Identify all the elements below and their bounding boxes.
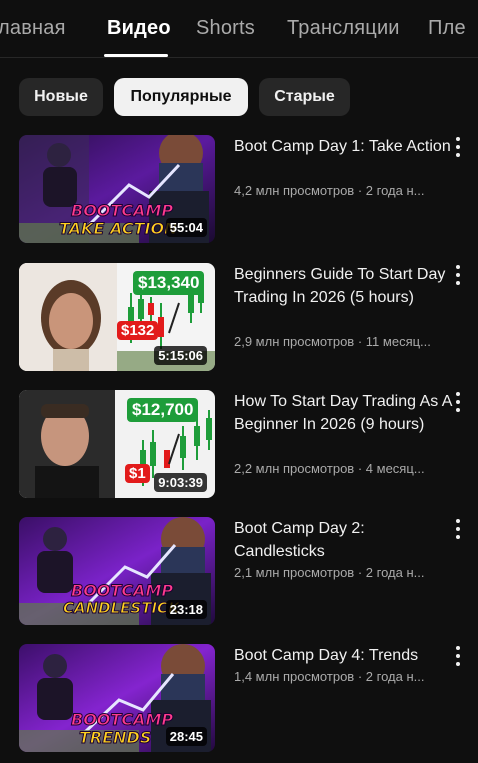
video-meta: 2,2 млн просмотров · 4 месяц... (234, 461, 464, 476)
view-count: 2,9 млн просмотров (234, 334, 355, 349)
tab-shorts[interactable]: Shorts (196, 17, 255, 40)
channel-tabs: лавная Видео Shorts Трансляции Пле (0, 0, 478, 58)
thumbnail-subheading: CANDLESTICK (63, 599, 181, 618)
video-thumbnail[interactable]: $13,340 $132 5:15:06 (19, 263, 215, 371)
tab-live[interactable]: Трансляции (287, 17, 400, 40)
meta-separator: · (357, 334, 363, 349)
video-duration: 9:03:39 (154, 473, 207, 492)
tab-home[interactable]: лавная (0, 17, 66, 40)
chip-popular[interactable]: Популярные (114, 78, 248, 116)
view-count: 4,2 млн просмотров (234, 183, 355, 198)
video-meta: 2,1 млн просмотров · 2 года н... (234, 565, 464, 580)
meta-separator: · (357, 565, 363, 580)
video-title[interactable]: Boot Camp Day 4: Trends (234, 644, 454, 667)
video-item[interactable]: $12,700 $1 9:03:39 How To Start Day Trad… (0, 390, 478, 500)
upload-age: 4 месяц... (365, 461, 425, 476)
video-item[interactable]: BOOTCAMP CANDLESTICK 23:18 Boot Camp Day… (0, 517, 478, 627)
tab-playlists[interactable]: Пле (428, 17, 466, 40)
video-title[interactable]: How To Start Day Trading As A Beginner I… (234, 390, 454, 436)
video-duration: 28:45 (165, 727, 207, 746)
upload-age: 2 года н... (365, 669, 425, 684)
view-count: 2,1 млн просмотров (234, 565, 355, 580)
meta-separator: · (357, 461, 363, 476)
kebab-menu-icon[interactable] (452, 137, 464, 157)
video-meta: 4,2 млн просмотров · 2 года н... (234, 183, 464, 198)
video-duration: 23:18 (165, 600, 207, 619)
video-thumbnail[interactable]: $12,700 $1 9:03:39 (19, 390, 215, 498)
view-count: 2,2 млн просмотров (234, 461, 355, 476)
upload-age: 2 года н... (365, 183, 425, 198)
thumbnail-heading: BOOTCAMP (70, 201, 174, 221)
view-count: 1,4 млн просмотров (234, 669, 355, 684)
sort-chips: Новые Популярные Старые (0, 78, 478, 116)
kebab-menu-icon[interactable] (452, 265, 464, 285)
kebab-menu-icon[interactable] (452, 392, 464, 412)
video-item[interactable]: BOOTCAMP TRENDS 28:45 Boot Camp Day 4: T… (0, 644, 478, 754)
thumbnail-subheading: TRENDS (78, 728, 152, 748)
video-item[interactable]: $13,340 $132 5:15:06 Beginners Guide To … (0, 263, 478, 373)
chip-newest[interactable]: Новые (19, 78, 103, 116)
video-title[interactable]: Boot Camp Day 2: Candlesticks (234, 517, 454, 563)
active-tab-indicator (104, 54, 168, 57)
thumbnail-loss-label: $132 (117, 321, 159, 340)
thumbnail-heading: BOOTCAMP (70, 581, 174, 601)
thumbnail-loss-label: $1 (125, 464, 150, 483)
thumbnail-heading: BOOTCAMP (70, 710, 174, 730)
video-thumbnail[interactable]: BOOTCAMP TRENDS 28:45 (19, 644, 215, 752)
video-duration: 5:15:06 (154, 346, 207, 365)
video-meta: 1,4 млн просмотров · 2 года н... (234, 669, 464, 684)
kebab-menu-icon[interactable] (452, 519, 464, 539)
video-title[interactable]: Boot Camp Day 1: Take Action (234, 135, 454, 158)
video-duration: 55:04 (165, 218, 207, 237)
tab-videos[interactable]: Видео (107, 17, 171, 40)
video-item[interactable]: BOOTCAMP TAKE ACTION 55:04 Boot Camp Day… (0, 135, 478, 245)
thumbnail-profit-label: $13,340 (133, 271, 205, 295)
meta-separator: · (357, 183, 363, 198)
thumbnail-subheading: TAKE ACTION (58, 219, 178, 239)
video-thumbnail[interactable]: BOOTCAMP TAKE ACTION 55:04 (19, 135, 215, 243)
video-thumbnail[interactable]: BOOTCAMP CANDLESTICK 23:18 (19, 517, 215, 625)
upload-age: 2 года н... (365, 565, 425, 580)
video-meta: 2,9 млн просмотров · 11 месяц... (234, 334, 464, 349)
kebab-menu-icon[interactable] (452, 646, 464, 666)
chip-oldest[interactable]: Старые (259, 78, 350, 116)
video-title[interactable]: Beginners Guide To Start Day Trading In … (234, 263, 454, 309)
thumbnail-profit-label: $12,700 (127, 398, 199, 422)
upload-age: 11 месяц... (365, 334, 431, 349)
meta-separator: · (357, 669, 363, 684)
